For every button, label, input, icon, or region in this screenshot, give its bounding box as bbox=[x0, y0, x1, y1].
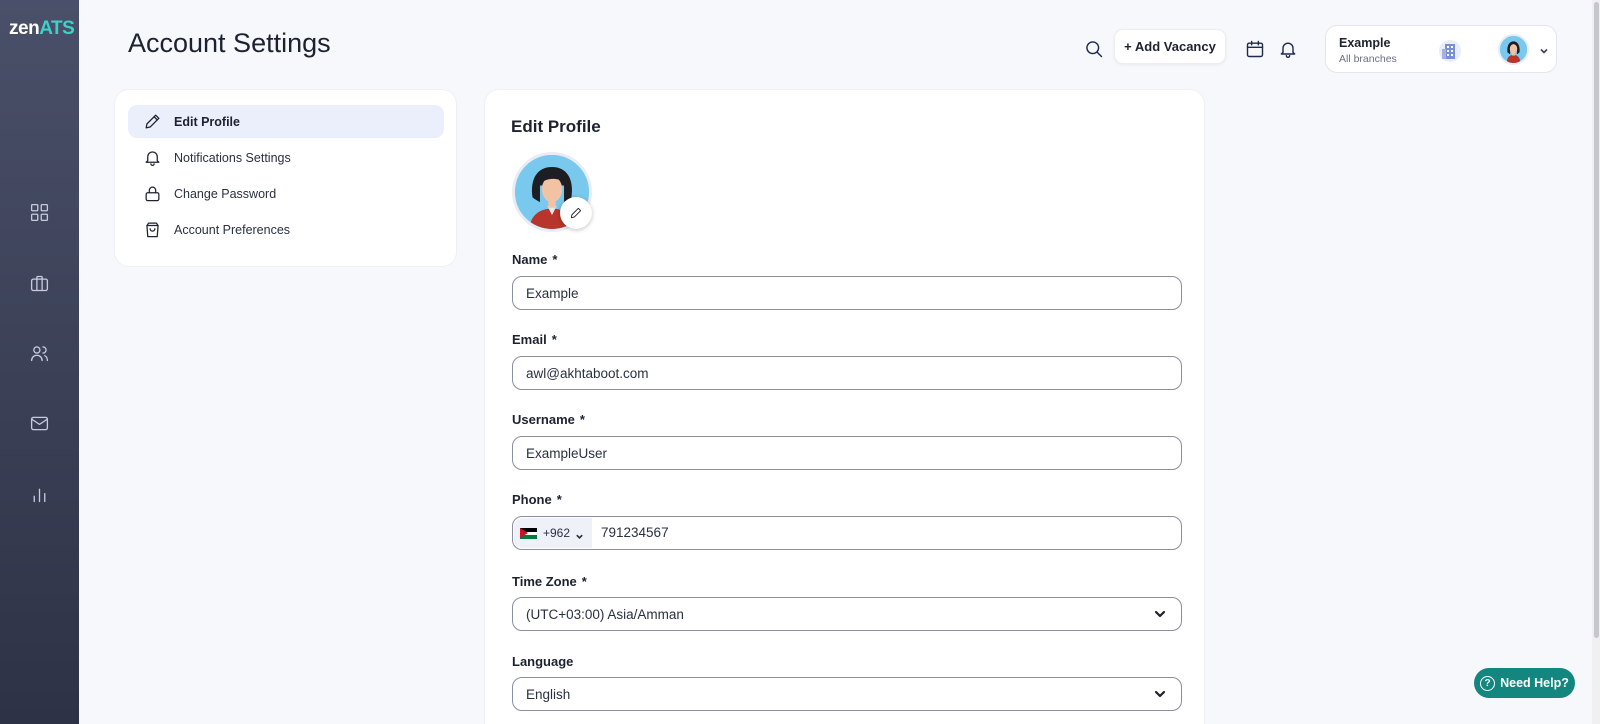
username-field[interactable]: ExampleUser bbox=[512, 436, 1182, 470]
language-label-text: Language bbox=[512, 654, 574, 669]
menu-item-label: Notifications Settings bbox=[174, 150, 291, 165]
user-avatar bbox=[1498, 34, 1529, 65]
required-marker: * bbox=[579, 412, 585, 427]
scrollbar-thumb[interactable] bbox=[1594, 2, 1599, 638]
username-label: Username * bbox=[512, 412, 585, 427]
menu-item-change-password[interactable]: Change Password bbox=[128, 177, 444, 210]
shopping-bag-icon bbox=[142, 220, 162, 240]
language-value: English bbox=[526, 686, 571, 702]
name-field[interactable]: Example bbox=[512, 276, 1182, 310]
dial-code: +962 bbox=[543, 526, 571, 540]
language-label: Language bbox=[512, 654, 573, 669]
required-marker: * bbox=[581, 574, 587, 589]
briefcase-icon[interactable] bbox=[27, 271, 51, 295]
chevron-down-icon bbox=[1154, 610, 1166, 618]
required-marker: * bbox=[552, 252, 558, 267]
timezone-label: Time Zone * bbox=[512, 574, 587, 589]
language-select[interactable]: English bbox=[512, 677, 1182, 711]
phone-label-text: Phone bbox=[512, 492, 552, 507]
left-rail: zenATS bbox=[0, 0, 79, 724]
lock-icon bbox=[142, 184, 162, 204]
pencil-icon bbox=[570, 207, 582, 219]
timezone-label-text: Time Zone bbox=[512, 574, 577, 589]
name-value: Example bbox=[526, 285, 579, 301]
edit-avatar-button[interactable] bbox=[560, 197, 592, 229]
menu-item-label: Account Preferences bbox=[174, 222, 291, 237]
dashboard-icon[interactable] bbox=[27, 200, 51, 224]
email-field[interactable]: awl@akhtaboot.com bbox=[512, 356, 1182, 390]
settings-menu: Edit Profile Notifications Settings Chan… bbox=[114, 89, 457, 267]
country-code-select[interactable]: +962 bbox=[514, 518, 592, 548]
name-label: Name * bbox=[512, 252, 557, 267]
logo-ats: ATS bbox=[39, 18, 75, 39]
building-icon bbox=[1438, 39, 1462, 63]
phone-value: 791234567 bbox=[601, 525, 669, 540]
phone-field[interactable]: +962 791234567 bbox=[512, 516, 1182, 550]
required-marker: * bbox=[551, 332, 557, 347]
user-name: Example bbox=[1339, 36, 1391, 50]
timezone-value: (UTC+03:00) Asia/Amman bbox=[526, 606, 684, 622]
chevron-down-icon bbox=[1154, 690, 1166, 698]
bell-icon bbox=[142, 148, 162, 168]
chart-icon[interactable] bbox=[27, 482, 51, 506]
email-value: awl@akhtaboot.com bbox=[526, 365, 649, 381]
bell-icon[interactable] bbox=[1276, 37, 1300, 61]
email-label-text: Email bbox=[512, 332, 547, 347]
user-switcher[interactable]: Example All branches bbox=[1325, 25, 1557, 73]
menu-item-notifications-settings[interactable]: Notifications Settings bbox=[128, 141, 444, 174]
page-title: Account Settings bbox=[128, 28, 331, 58]
edit-profile-card: Edit Profile Name * Example Email * awl@ak… bbox=[484, 89, 1205, 724]
menu-item-label: Change Password bbox=[174, 186, 277, 201]
email-label: Email * bbox=[512, 332, 557, 347]
timezone-select[interactable]: (UTC+03:00) Asia/Amman bbox=[512, 597, 1182, 631]
menu-item-label: Edit Profile bbox=[174, 114, 240, 129]
search-icon[interactable] bbox=[1082, 37, 1106, 61]
chevron-down-icon bbox=[575, 529, 584, 539]
need-help-label: Need Help? bbox=[1500, 676, 1569, 690]
chevron-down-icon bbox=[1538, 44, 1550, 56]
mail-icon[interactable] bbox=[27, 411, 51, 435]
required-marker: * bbox=[556, 492, 562, 507]
zenats-logo[interactable]: zenATS bbox=[9, 18, 75, 40]
name-label-text: Name bbox=[512, 252, 548, 267]
page-scrollbar[interactable] bbox=[1592, 0, 1600, 724]
phone-label: Phone * bbox=[512, 492, 562, 507]
user-branch: All branches bbox=[1339, 53, 1397, 65]
calendar-icon[interactable] bbox=[1243, 37, 1267, 61]
need-help-button[interactable]: ? Need Help? bbox=[1474, 668, 1575, 698]
add-vacancy-button[interactable]: + Add Vacancy bbox=[1114, 29, 1226, 64]
help-icon: ? bbox=[1480, 675, 1496, 691]
menu-item-edit-profile[interactable]: Edit Profile bbox=[128, 105, 444, 138]
jordan-flag-icon bbox=[520, 527, 537, 539]
form-title: Edit Profile bbox=[511, 117, 601, 136]
pencil-icon bbox=[142, 112, 162, 132]
menu-item-account-preferences[interactable]: Account Preferences bbox=[128, 213, 444, 246]
username-label-text: Username bbox=[512, 412, 575, 427]
username-value: ExampleUser bbox=[526, 445, 608, 461]
logo-zen: zen bbox=[9, 18, 40, 39]
users-icon[interactable] bbox=[27, 341, 51, 365]
